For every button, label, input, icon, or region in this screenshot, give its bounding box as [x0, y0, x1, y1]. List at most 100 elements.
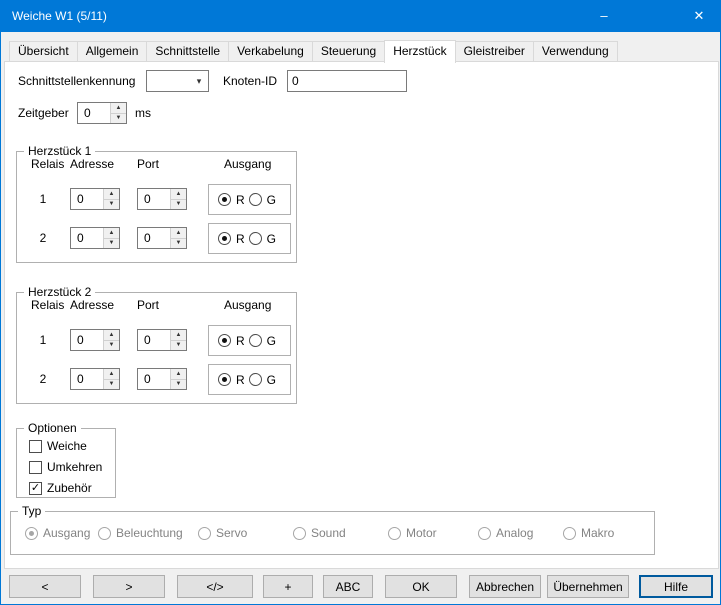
- tab-schnittstelle[interactable]: Schnittstelle: [146, 41, 229, 61]
- spin-up-icon[interactable]: ▲: [170, 228, 186, 238]
- knoten-id-input[interactable]: [287, 70, 407, 92]
- port-input[interactable]: [138, 369, 170, 389]
- adresse-input[interactable]: [71, 228, 103, 248]
- help-button[interactable]: Hilfe: [639, 575, 713, 598]
- port-spinner[interactable]: ▲ ▼: [137, 329, 187, 351]
- port-input[interactable]: [138, 330, 170, 350]
- radio-option-r[interactable]: R: [218, 232, 245, 246]
- checkbox-label: Zubehör: [47, 481, 92, 495]
- spin-up-icon[interactable]: ▲: [103, 189, 119, 199]
- port-input[interactable]: [138, 189, 170, 209]
- radio-g-label: G: [267, 373, 276, 387]
- port-spinner[interactable]: ▲ ▼: [137, 227, 187, 249]
- radio-g-label: G: [267, 334, 276, 348]
- ok-button[interactable]: OK: [385, 575, 457, 598]
- add-button[interactable]: +: [263, 575, 313, 598]
- spin-down-icon[interactable]: ▼: [103, 238, 119, 249]
- radio-option-r[interactable]: R: [218, 373, 245, 387]
- radio-option-g[interactable]: G: [249, 232, 276, 246]
- apply-button[interactable]: Übernehmen: [547, 575, 629, 598]
- adresse-spinner[interactable]: ▲ ▼: [70, 188, 120, 210]
- abc-button[interactable]: ABC: [323, 575, 373, 598]
- tab-uebersicht[interactable]: Übersicht: [9, 41, 78, 61]
- port-spinner[interactable]: ▲ ▼: [137, 368, 187, 390]
- typ-radio-ausgang: Ausgang: [25, 526, 90, 540]
- adresse-spinner[interactable]: ▲ ▼: [70, 329, 120, 351]
- radio-r-icon[interactable]: [218, 334, 231, 347]
- zeitgeber-input[interactable]: [78, 103, 110, 123]
- schnittstellenkennung-select[interactable]: ▾: [146, 70, 209, 92]
- checkbox-label: Weiche: [47, 439, 87, 453]
- ausgang-radio-group: R G: [208, 184, 291, 215]
- minimize-button[interactable]: –: [581, 1, 627, 32]
- spin-down-icon[interactable]: ▼: [103, 379, 119, 390]
- herzstueck1-group: Herzstück 1 Relais Adresse Port Ausgang …: [16, 151, 297, 263]
- adresse-input[interactable]: [71, 369, 103, 389]
- radio-r-label: R: [236, 373, 245, 387]
- optionen-group: Optionen Weiche Umkehren ✓ Zubehör: [16, 428, 116, 498]
- radio-option-g[interactable]: G: [249, 334, 276, 348]
- tab-allgemein[interactable]: Allgemein: [77, 41, 148, 61]
- prev-button[interactable]: <: [9, 575, 81, 598]
- radio-option-r[interactable]: R: [218, 334, 245, 348]
- tab-verwendung[interactable]: Verwendung: [533, 41, 618, 61]
- spin-down-icon[interactable]: ▼: [110, 113, 126, 124]
- checkbox-zubehoer[interactable]: ✓ Zubehör: [29, 479, 92, 497]
- spin-down-icon[interactable]: ▼: [170, 238, 186, 249]
- adresse-input[interactable]: [71, 330, 103, 350]
- radio-option-g[interactable]: G: [249, 193, 276, 207]
- adresse-spinner[interactable]: ▲ ▼: [70, 368, 120, 390]
- radio-g-icon[interactable]: [249, 334, 262, 347]
- checkbox-umkehren[interactable]: Umkehren: [29, 458, 102, 476]
- tab-herzstueck[interactable]: Herzstück: [384, 40, 455, 63]
- checkbox-icon[interactable]: [29, 440, 42, 453]
- spin-buttons: ▲ ▼: [170, 369, 186, 389]
- checkbox-weiche[interactable]: Weiche: [29, 437, 87, 455]
- zeitgeber-spinner[interactable]: ▲ ▼: [77, 102, 127, 124]
- spin-up-icon[interactable]: ▲: [110, 103, 126, 113]
- spin-up-icon[interactable]: ▲: [103, 369, 119, 379]
- adresse-input[interactable]: [71, 189, 103, 209]
- tab-gleistreiber[interactable]: Gleistreiber: [455, 41, 534, 61]
- spin-down-icon[interactable]: ▼: [103, 199, 119, 210]
- tab-verkabelung[interactable]: Verkabelung: [228, 41, 313, 61]
- radio-g-label: G: [267, 193, 276, 207]
- tab-strip: Übersicht Allgemein Schnittstelle Verkab…: [9, 41, 618, 61]
- spin-up-icon[interactable]: ▲: [170, 189, 186, 199]
- typ-group: Typ Ausgang Beleuchtung Servo Sound Moto…: [10, 511, 655, 555]
- port-spinner[interactable]: ▲ ▼: [137, 188, 187, 210]
- spin-up-icon[interactable]: ▲: [103, 330, 119, 340]
- radio-g-icon[interactable]: [249, 373, 262, 386]
- code-button[interactable]: </>: [177, 575, 253, 598]
- radio-option-g[interactable]: G: [249, 373, 276, 387]
- spin-up-icon[interactable]: ▲: [170, 369, 186, 379]
- chevron-down-icon[interactable]: ▾: [190, 76, 208, 87]
- typ-radio-servo: Servo: [198, 526, 247, 540]
- spin-down-icon[interactable]: ▼: [170, 340, 186, 351]
- next-button[interactable]: >: [93, 575, 165, 598]
- adresse-spinner[interactable]: ▲ ▼: [70, 227, 120, 249]
- checkbox-icon[interactable]: [29, 461, 42, 474]
- checkbox-checked-icon[interactable]: ✓: [29, 482, 42, 495]
- spin-buttons: ▲ ▼: [103, 228, 119, 248]
- header-port: Port: [137, 156, 159, 172]
- radio-r-icon[interactable]: [218, 193, 231, 206]
- radio-g-icon[interactable]: [249, 193, 262, 206]
- radio-r-icon[interactable]: [218, 232, 231, 245]
- radio-option-r[interactable]: R: [218, 193, 245, 207]
- header-ausgang: Ausgang: [224, 156, 271, 172]
- spin-up-icon[interactable]: ▲: [103, 228, 119, 238]
- header-ausgang: Ausgang: [224, 297, 271, 313]
- tab-steuerung[interactable]: Steuerung: [312, 41, 385, 61]
- spin-down-icon[interactable]: ▼: [170, 199, 186, 210]
- cancel-button[interactable]: Abbrechen: [469, 575, 541, 598]
- ausgang-radio-group: R G: [208, 325, 291, 356]
- spin-down-icon[interactable]: ▼: [103, 340, 119, 351]
- spin-up-icon[interactable]: ▲: [170, 330, 186, 340]
- spin-buttons: ▲ ▼: [170, 330, 186, 350]
- spin-down-icon[interactable]: ▼: [170, 379, 186, 390]
- radio-g-icon[interactable]: [249, 232, 262, 245]
- radio-r-icon[interactable]: [218, 373, 231, 386]
- port-input[interactable]: [138, 228, 170, 248]
- close-button[interactable]: ✕: [676, 1, 721, 32]
